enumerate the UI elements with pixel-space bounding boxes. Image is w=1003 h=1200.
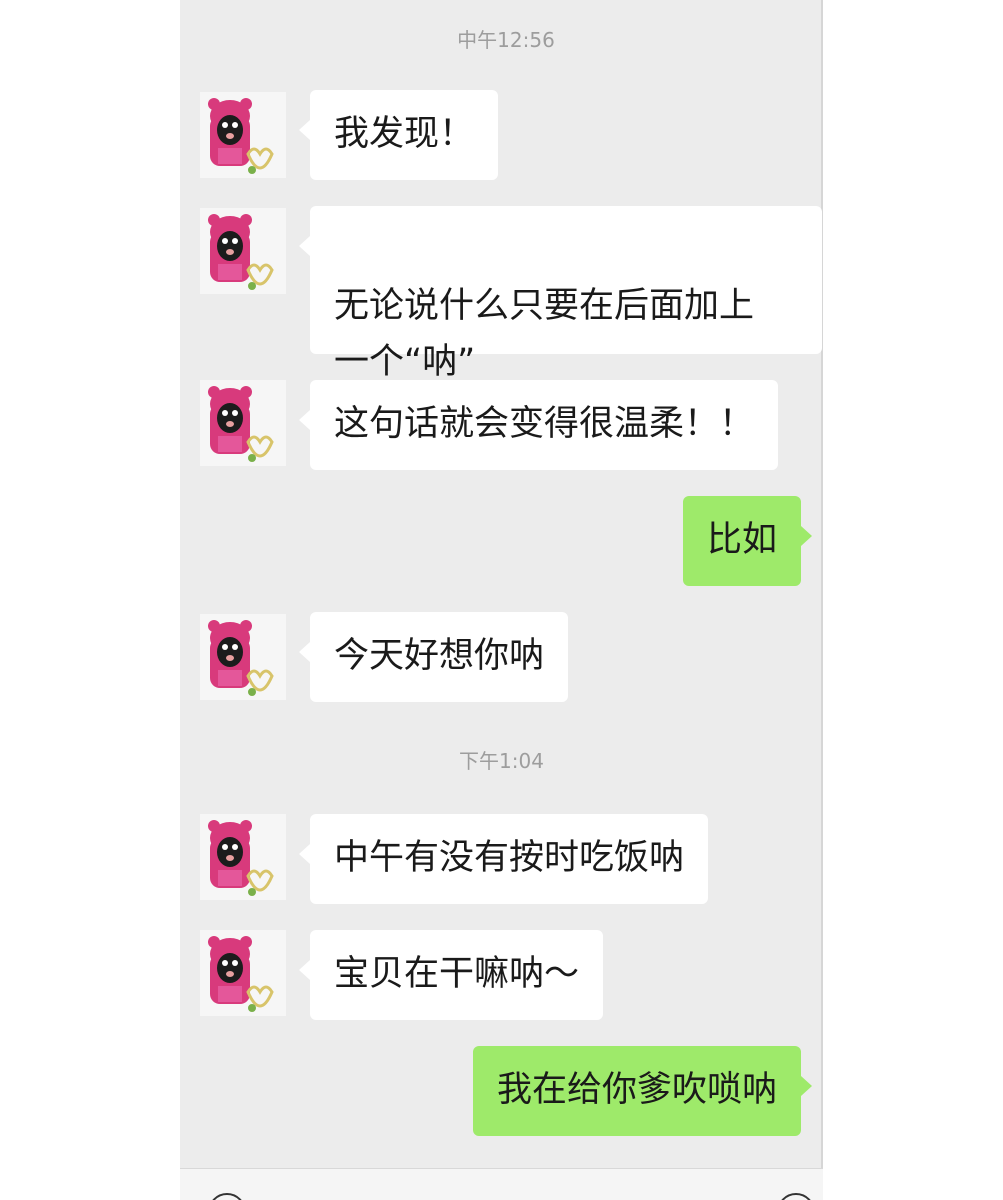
chat-window[interactable]: 中午12:56 我发现！ 无论说什么只要在后面加上 一个“呐” 这句话就会变得很… [180, 0, 823, 1200]
message-bubble-sent[interactable]: 比如 [682, 496, 813, 586]
message-text: 我发现！ [334, 114, 475, 154]
contact-avatar[interactable] [200, 208, 286, 294]
message-bubble[interactable]: 今天好想你呐 [298, 612, 569, 702]
contact-avatar[interactable] [200, 614, 286, 700]
message-text: 今天好想你呐 [334, 636, 545, 676]
message-text: 无论说什么只要在后面加上 一个“呐” [334, 286, 755, 382]
message-bubble[interactable]: 我发现！ [298, 90, 499, 180]
timestamp: 下午1:04 [459, 749, 544, 773]
page: 中午12:56 我发现！ 无论说什么只要在后面加上 一个“呐” 这句话就会变得很… [0, 0, 1003, 1200]
contact-avatar[interactable] [200, 930, 286, 1016]
message-text: 中午有没有按时吃饭呐 [334, 838, 685, 878]
message-bubble[interactable]: 宝贝在干嘛呐～ [298, 930, 604, 1020]
message-bubble-sent[interactable]: 我在给你爹吹唢呐 [472, 1046, 813, 1136]
timestamp: 中午12:56 [457, 28, 555, 52]
input-toolbar [180, 1168, 823, 1200]
message-bubble[interactable]: 无论说什么只要在后面加上 一个“呐” [299, 206, 822, 382]
emoji-icon[interactable] [777, 1193, 815, 1200]
avatar-icon [200, 614, 286, 700]
message-text: 这句话就会变得很温柔！！ [334, 404, 755, 444]
avatar-icon [200, 814, 286, 900]
avatar-icon [200, 930, 286, 1016]
avatar-icon [200, 380, 286, 466]
message-text: 我在给你爹吹唢呐 [496, 1070, 777, 1110]
voice-icon[interactable] [208, 1193, 246, 1200]
avatar-icon [200, 208, 286, 294]
message-bubble[interactable]: 这句话就会变得很温柔！！ [298, 380, 779, 470]
contact-avatar[interactable] [200, 380, 286, 466]
window-edge [821, 0, 823, 1200]
message-text: 宝贝在干嘛呐～ [334, 954, 580, 994]
contact-avatar[interactable] [200, 814, 286, 900]
contact-avatar[interactable] [200, 92, 286, 178]
message-text: 比如 [706, 520, 777, 560]
avatar-icon [200, 92, 286, 178]
message-bubble[interactable]: 中午有没有按时吃饭呐 [298, 814, 709, 904]
